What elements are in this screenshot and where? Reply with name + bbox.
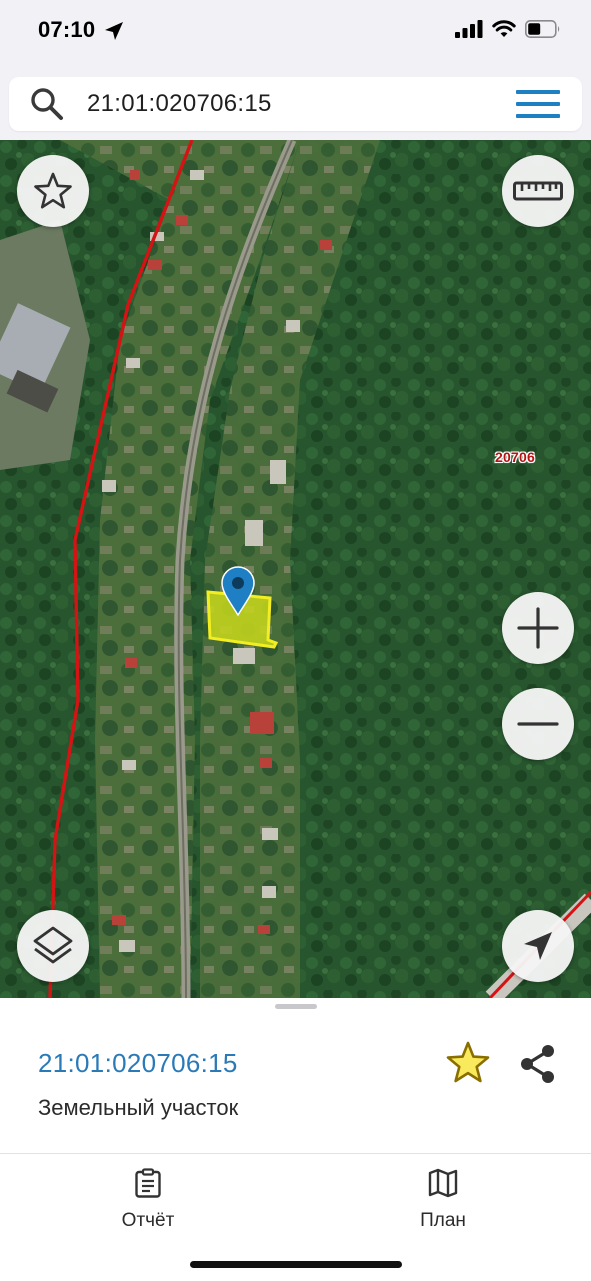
layers-button[interactable]: [17, 910, 89, 982]
plus-icon: [517, 607, 559, 649]
status-time: 07:10: [38, 17, 96, 42]
wifi-icon: [492, 20, 516, 37]
cellular-signal-icon: [455, 20, 483, 38]
tab-plan[interactable]: План: [363, 1168, 523, 1232]
parcel-info-sheet[interactable]: 21:01:020706:15 Земельный участок: [0, 998, 591, 1153]
navigation-arrow-icon: [524, 932, 552, 960]
map-view[interactable]: 20706: [0, 140, 591, 998]
menu-icon[interactable]: [516, 89, 560, 119]
tab-plan-label: План: [420, 1210, 466, 1231]
zoom-out-button[interactable]: [502, 688, 574, 760]
status-bar: 07:10: [0, 0, 591, 62]
zoom-in-button[interactable]: [502, 592, 574, 664]
layers-icon: [33, 926, 73, 964]
share-icon[interactable]: [516, 1042, 560, 1086]
search-icon[interactable]: [29, 86, 65, 122]
status-icons: [455, 20, 561, 38]
header: 21:01:020706:15: [0, 62, 591, 140]
search-input[interactable]: 21:01:020706:15: [87, 90, 272, 118]
satellite-imagery: [0, 140, 591, 998]
cadastral-quarter-label: 20706: [495, 449, 535, 465]
star-outline-icon: [34, 172, 72, 209]
parcel-type: Земельный участок: [38, 1095, 239, 1120]
sheet-drag-handle[interactable]: [275, 1004, 317, 1009]
search-bar[interactable]: 21:01:020706:15: [9, 77, 582, 131]
parcel-cadastral-number: 21:01:020706:15: [38, 1048, 238, 1078]
star-favorite-icon[interactable]: [445, 1040, 491, 1086]
battery-icon: [525, 20, 560, 38]
map-icon: [428, 1168, 458, 1198]
clipboard-icon: [135, 1168, 161, 1198]
tab-report[interactable]: Отчёт: [68, 1168, 228, 1232]
ruler-icon: [513, 181, 563, 201]
location-arrow-icon: [105, 22, 123, 40]
my-location-button[interactable]: [502, 910, 574, 982]
home-indicator[interactable]: [190, 1261, 402, 1268]
tab-report-label: Отчёт: [121, 1210, 175, 1231]
measure-button[interactable]: [502, 155, 574, 227]
favorites-button[interactable]: [17, 155, 89, 227]
minus-icon: [517, 722, 559, 726]
